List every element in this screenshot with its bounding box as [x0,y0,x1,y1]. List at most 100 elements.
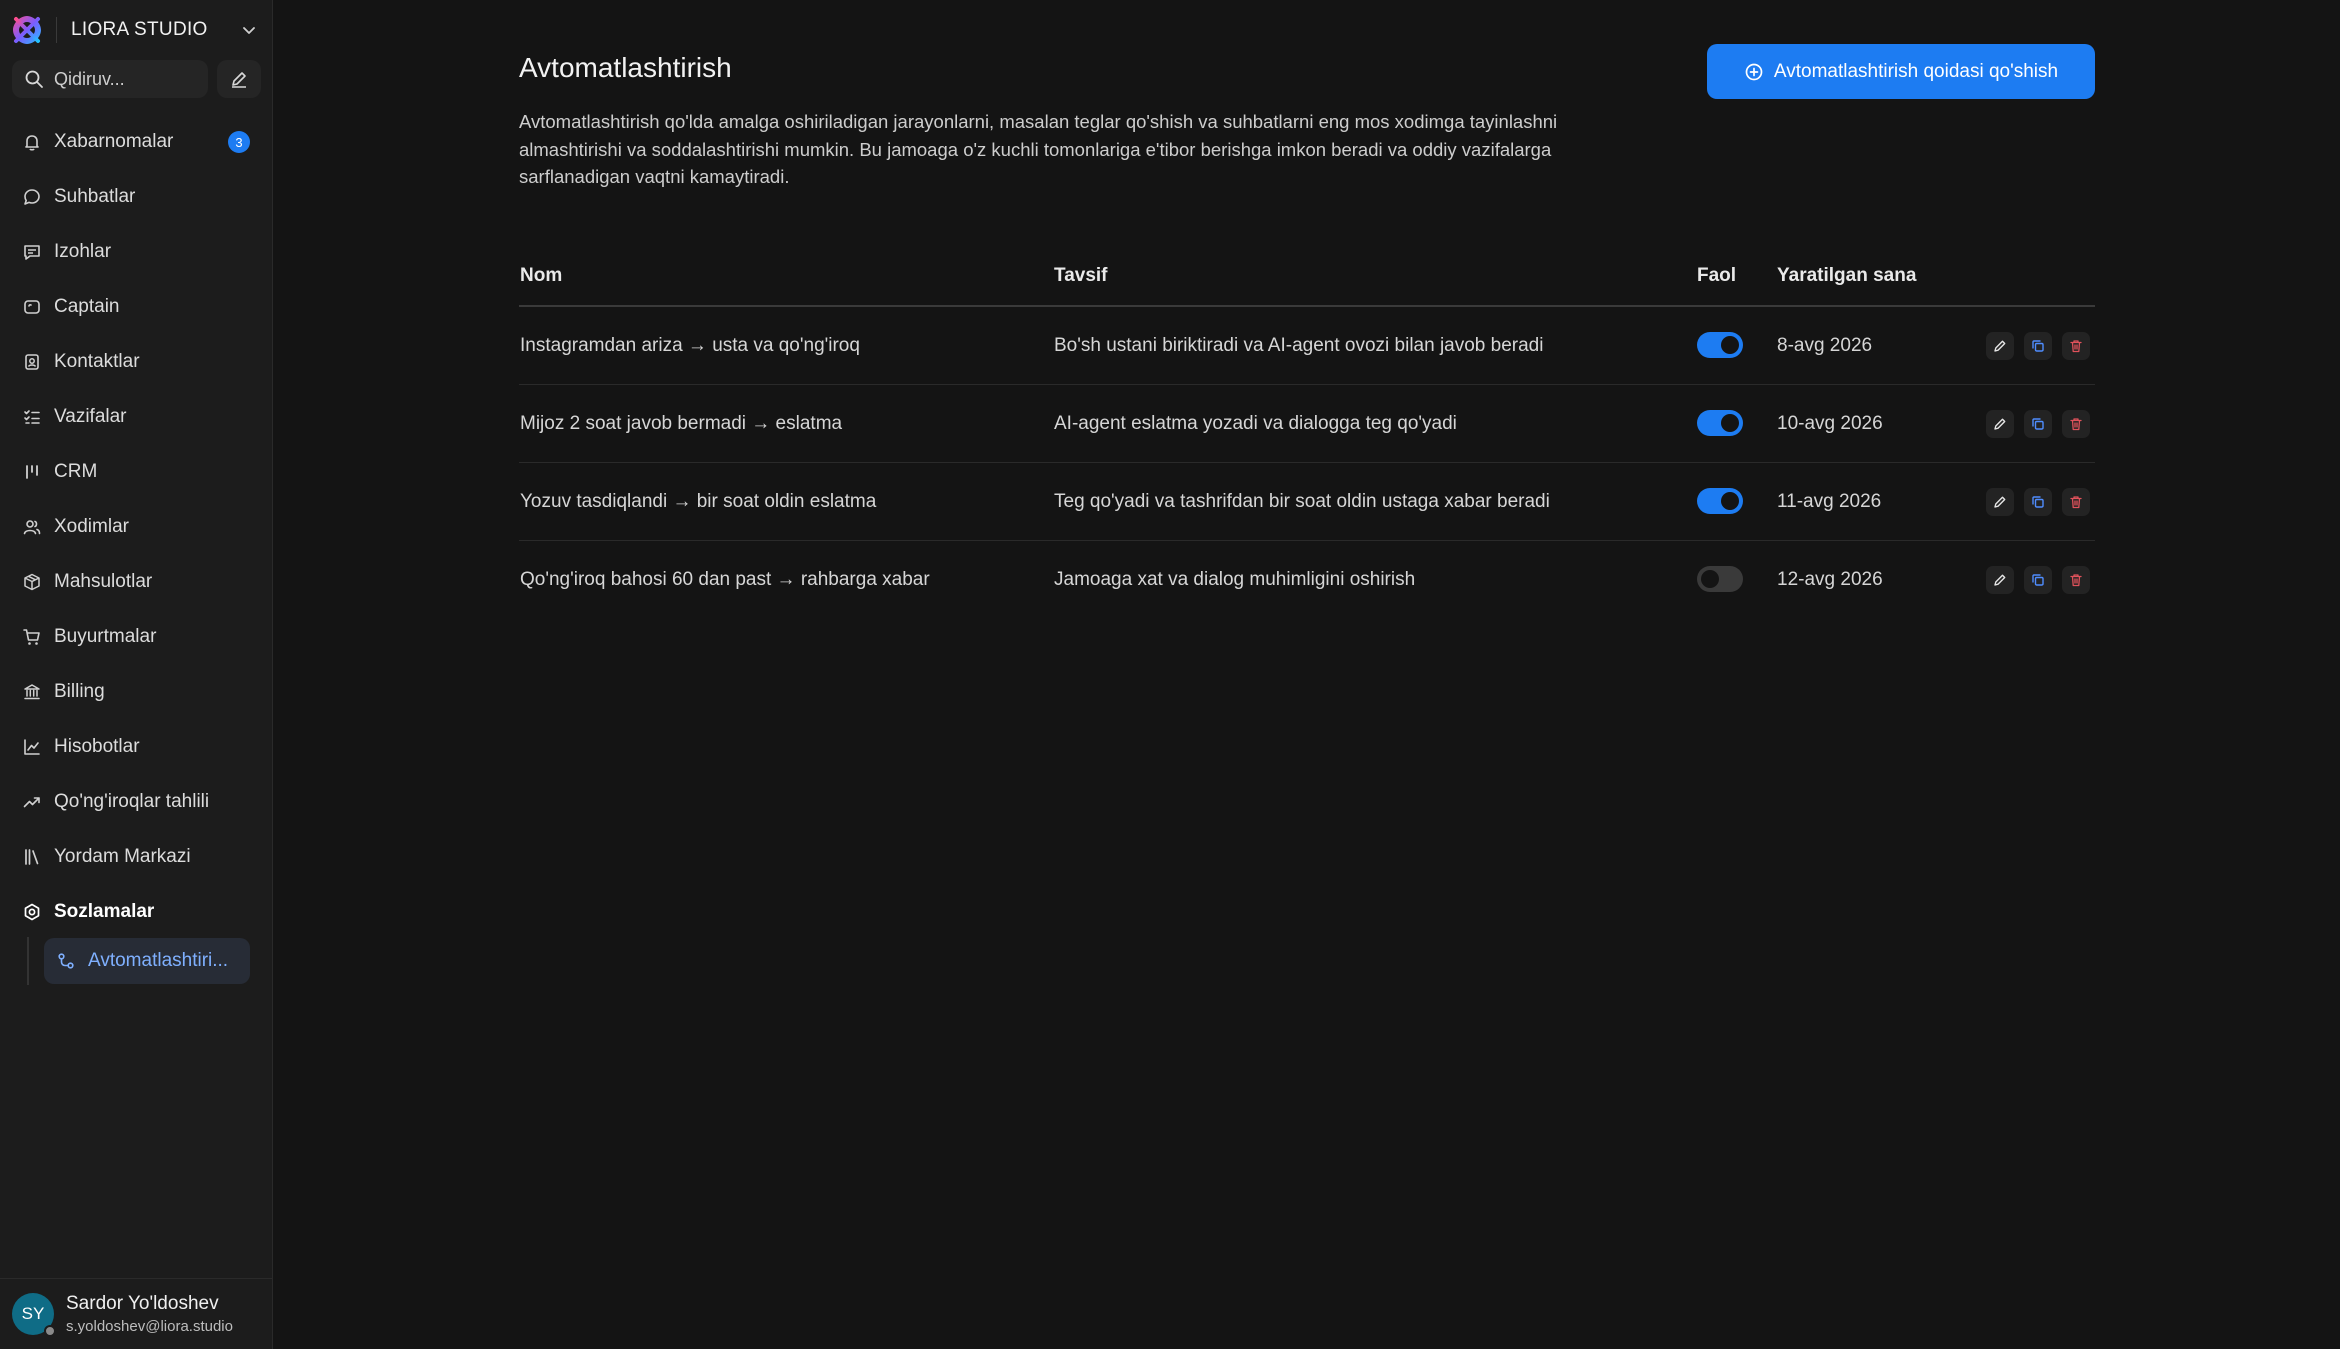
sidebar-item-label: Xodimlar [54,515,129,537]
edit-button[interactable] [1986,566,2014,594]
avatar-initials: SY [21,1304,45,1323]
delete-button[interactable] [2062,410,2090,438]
trending-up-icon [23,796,40,807]
sidebar-item-label: Izohlar [54,240,112,262]
pencil-icon [1994,418,2006,430]
brand-divider [56,17,57,43]
box-icon [24,573,40,590]
active-toggle[interactable] [1697,410,1743,436]
trash-icon [2070,340,2082,353]
sidebar-subitem-label: Avtomatlashtiri... [88,950,229,971]
trash-icon [2070,418,2082,431]
users-icon [23,519,41,534]
settings-icon [24,903,40,920]
bell-icon [25,134,39,151]
checklist-icon [24,409,40,424]
sidebar-subitem-avtomatlashtirish[interactable]: Avtomatlashtiri... [44,938,250,984]
plus-circle-icon [1745,63,1763,80]
delete-button[interactable] [2062,488,2090,516]
table-body: Instagramdan ariza → usta va qo'ng'iroq B… [519,307,2095,619]
compose-button[interactable] [217,60,261,98]
table-row: Qo'ng'iroq bahosi 60 dan past → rahbarga… [519,541,2095,619]
sidebar-item-sozlamalar[interactable]: Sozlamalar [0,884,273,939]
delete-button[interactable] [2062,566,2090,594]
sidebar-item-yordam-markazi[interactable]: Yordam Markazi [0,829,273,884]
sidebar-item-label: Mahsulotlar [54,570,153,592]
search-box[interactable] [12,60,208,98]
rule-name: Qo'ng'iroq bahosi 60 dan past → rahbarga… [520,569,930,590]
sidebar-item-label: Billing [54,680,105,702]
column-header-name: Nom [520,264,563,286]
copy-icon [2032,574,2044,586]
workspace-name: LIORA STUDIO [71,19,208,40]
toggle-knob [1721,336,1739,354]
user-name: Sardor Yo'ldoshev [66,1293,219,1314]
chat-bubble-icon [24,188,40,205]
column-header-description: Tavsif [1054,264,1108,286]
sidebar-nav: Xabarnomalar 3 Suhbatlar Izohlar Captain… [0,114,273,939]
active-toggle[interactable] [1697,566,1743,592]
sidebar-item-qongiroqlar-tahlili[interactable]: Qo'ng'iroqlar tahlili [0,774,273,829]
edit-button[interactable] [1986,410,2014,438]
copy-icon [2032,340,2044,352]
add-automation-rule-button[interactable]: Avtomatlashtirish qoidasi qo'shish [1707,44,2095,99]
sidebar-item-suhbatlar[interactable]: Suhbatlar [0,169,273,224]
rule-description: Bo'sh ustani biriktiradi va AI-agent ovo… [1054,335,1544,356]
automation-icon [58,953,74,969]
toggle-knob [1721,492,1739,510]
trash-icon [2070,496,2082,509]
copy-icon [2032,418,2044,430]
active-toggle[interactable] [1697,488,1743,514]
sidebar-item-label: Buyurtmalar [54,625,157,647]
active-toggle[interactable] [1697,332,1743,358]
duplicate-button[interactable] [2024,488,2052,516]
table-header-row: Nom Tavsif Faol Yaratilgan sana [519,244,2095,307]
duplicate-button[interactable] [2024,566,2052,594]
captain-icon [24,299,40,314]
sidebar-item-label: Vazifalar [54,405,127,427]
workspace-switcher[interactable]: LIORA STUDIO [10,12,262,48]
duplicate-button[interactable] [2024,410,2052,438]
created-date: 8-avg 2026 [1777,335,1873,356]
edit-button[interactable] [1986,332,2014,360]
sidebar-item-mahsulotlar[interactable]: Mahsulotlar [0,554,273,609]
sidebar-item-izohlar[interactable]: Izohlar [0,224,273,279]
toggle-knob [1701,570,1719,588]
sidebar-item-captain[interactable]: Captain [0,279,273,334]
rule-name: Mijoz 2 soat javob bermadi → eslatma [520,413,843,434]
cart-icon [23,628,40,645]
pencil-icon [1994,574,2006,586]
user-profile[interactable]: SY Sardor Yo'ldoshev s.yoldoshev@liora.s… [0,1278,273,1349]
comment-icon [24,244,40,260]
sidebar-item-label: Xabarnomalar [54,130,174,152]
sidebar-item-buyurtmalar[interactable]: Buyurtmalar [0,609,273,664]
pencil-icon [232,72,246,88]
user-email: s.yoldoshev@liora.studio [66,1318,233,1335]
search-icon [25,70,43,88]
sidebar-item-label: Sozlamalar [54,900,155,922]
created-date: 12-avg 2026 [1777,569,1883,590]
page-description: Avtomatlashtirish qo'lda amalga oshirila… [519,111,1558,187]
presence-status-dot [44,1325,56,1337]
sidebar-item-vazifalar[interactable]: Vazifalar [0,389,273,444]
chevron-down-icon[interactable] [240,21,258,39]
add-button-label: Avtomatlashtirish qoidasi qo'shish [1773,60,2059,82]
sidebar-item-hisobotlar[interactable]: Hisobotlar [0,719,273,774]
pencil-icon [1994,496,2006,508]
bank-icon [24,683,40,699]
rule-name: Yozuv tasdiqlandi → bir soat oldin eslat… [520,491,877,512]
sidebar-item-crm[interactable]: CRM [0,444,273,499]
sidebar-item-billing[interactable]: Billing [0,664,273,719]
created-date: 11-avg 2026 [1777,491,1882,512]
page-title: Avtomatlashtirish [519,52,732,83]
delete-button[interactable] [2062,332,2090,360]
search-input[interactable] [54,68,194,90]
brand-logo-icon [13,16,41,44]
edit-button[interactable] [1986,488,2014,516]
sidebar-item-xabarnomalar[interactable]: Xabarnomalar 3 [0,114,273,169]
sidebar-item-xodimlar[interactable]: Xodimlar [0,499,273,554]
table-row: Instagramdan ariza → usta va qo'ng'iroq B… [519,307,2095,385]
sidebar-item-label: Yordam Markazi [54,845,191,867]
sidebar-item-kontaktlar[interactable]: Kontaktlar [0,334,273,389]
duplicate-button[interactable] [2024,332,2052,360]
